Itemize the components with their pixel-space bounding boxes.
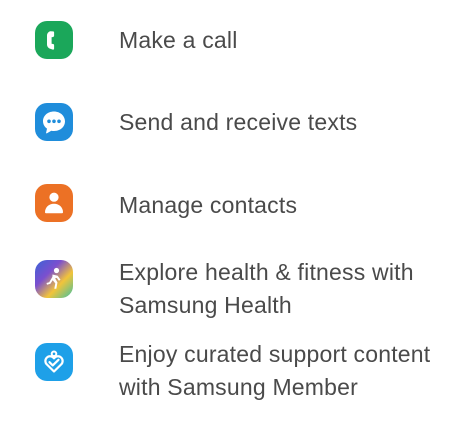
phone-icon <box>35 21 73 59</box>
list-item-label: Send and receive texts <box>119 109 358 135</box>
samsung-health-runner-icon <box>35 260 73 298</box>
samsung-members-heart-icon <box>35 343 73 381</box>
list-item-label: Enjoy curated support content with Samsu… <box>119 341 431 400</box>
feature-list: Make a call Send and receive texts Manag… <box>0 0 475 424</box>
list-item-label: Make a call <box>119 27 238 53</box>
list-item-label: Manage contacts <box>119 192 298 218</box>
list-item-label: Explore health & fitness with Samsung He… <box>119 259 414 318</box>
chat-bubble-icon <box>35 103 73 141</box>
contact-person-icon <box>35 184 73 222</box>
